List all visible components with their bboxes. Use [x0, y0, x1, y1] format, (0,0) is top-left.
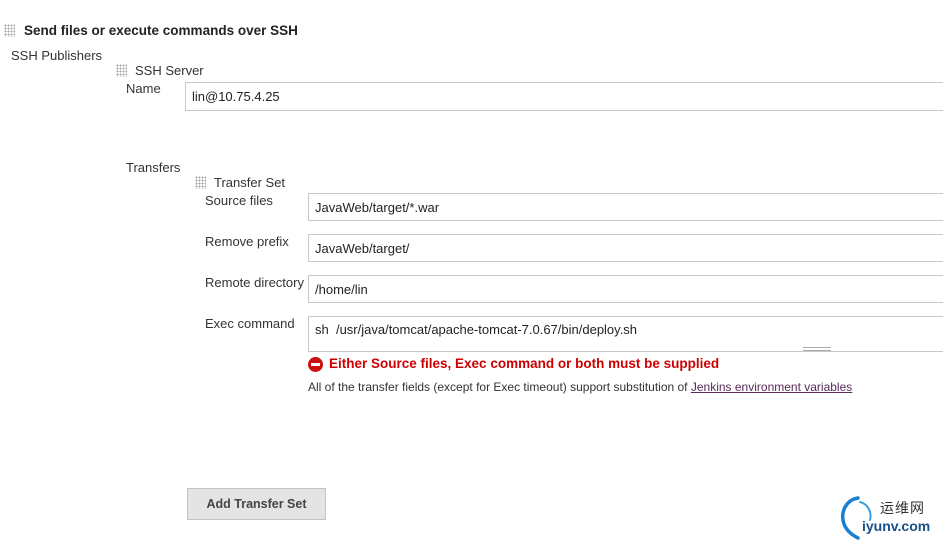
exec-command-label: Exec command [205, 316, 295, 331]
ssh-server-title: SSH Server [135, 63, 204, 78]
exec-command-wrapper: sh /usr/java/tomcat/apache-tomcat-7.0.67… [308, 316, 943, 352]
help-text-body: All of the transfer fields (except for E… [308, 380, 691, 394]
exec-command-field[interactable]: sh /usr/java/tomcat/apache-tomcat-7.0.67… [309, 317, 943, 343]
source-files-field[interactable] [308, 193, 943, 221]
watermark-en: iyunv.com [862, 518, 931, 534]
server-name-field[interactable] [185, 82, 943, 111]
section-title: Send files or execute commands over SSH [24, 23, 298, 38]
error-icon [308, 357, 323, 372]
watermark-logo: 运维网 iyunv.com [838, 492, 943, 542]
transfers-label: Transfers [126, 160, 181, 175]
remove-prefix-label: Remove prefix [205, 234, 289, 249]
resize-handle-icon[interactable] [803, 347, 831, 351]
remove-prefix-field[interactable] [308, 234, 943, 262]
drag-handle-icon[interactable] [4, 24, 15, 37]
drag-handle-icon[interactable] [195, 176, 206, 189]
error-message: Either Source files, Exec command or bot… [329, 356, 720, 371]
remote-directory-label: Remote directory [205, 275, 304, 290]
source-files-label: Source files [205, 193, 273, 208]
help-text: All of the transfer fields (except for E… [308, 380, 852, 394]
env-variables-link[interactable]: Jenkins environment variables [691, 380, 852, 394]
ssh-publishers-label: SSH Publishers [11, 48, 103, 63]
remote-directory-field[interactable] [308, 275, 943, 303]
watermark-cn: 运维网 [880, 500, 925, 516]
name-label: Name [126, 81, 161, 96]
drag-handle-icon[interactable] [116, 64, 127, 77]
transfer-set-title: Transfer Set [214, 175, 286, 190]
add-transfer-set-button[interactable]: Add Transfer Set [187, 488, 326, 520]
